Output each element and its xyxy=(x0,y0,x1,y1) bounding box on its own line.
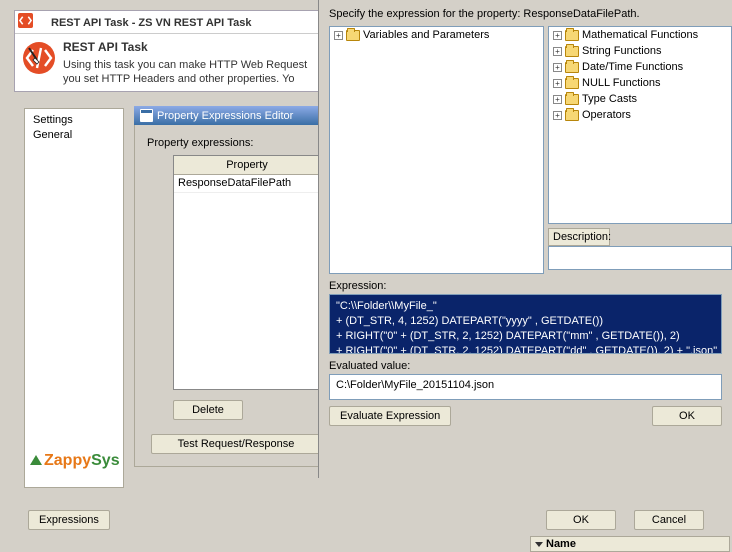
description-box xyxy=(548,246,732,270)
builder-instruction: Specify the expression for the property:… xyxy=(329,8,722,20)
zappysys-logo: ZappySys xyxy=(30,452,120,470)
functions-tree[interactable]: +Mathematical Functions +String Function… xyxy=(548,26,732,224)
dialog-buttons: OK Cancel xyxy=(546,510,704,530)
expand-icon[interactable]: + xyxy=(553,31,562,40)
task-panel: REST API Task - ZS VN REST API Task REST… xyxy=(14,10,326,92)
tree-item-math[interactable]: +Mathematical Functions xyxy=(549,27,731,43)
tree-item-variables[interactable]: + Variables and Parameters xyxy=(330,27,543,43)
description-section: Description: xyxy=(548,228,732,270)
builder-ok-button[interactable]: OK xyxy=(652,406,722,426)
expression-label: Expression: xyxy=(329,280,722,292)
expression-builder: Specify the expression for the property:… xyxy=(318,0,732,478)
expand-icon[interactable]: + xyxy=(553,63,562,72)
property-row[interactable]: ResponseDataFilePath xyxy=(174,174,320,192)
property-grid[interactable]: Property ResponseDataFilePath xyxy=(173,155,321,390)
prop-editor-titlebar: Property Expressions Editor xyxy=(134,106,330,125)
expand-icon[interactable]: + xyxy=(553,111,562,120)
tree-item-operators[interactable]: +Operators xyxy=(549,107,731,123)
expressions-button[interactable]: Expressions xyxy=(28,510,110,530)
window-icon xyxy=(140,109,153,122)
folder-icon xyxy=(346,30,360,41)
logo-arrow-icon xyxy=(30,455,42,465)
tree-item-null[interactable]: +NULL Functions xyxy=(549,75,731,91)
tree-item-datetime[interactable]: +Date/Time Functions xyxy=(549,59,731,75)
code-icon xyxy=(18,13,33,28)
expand-icon[interactable]: + xyxy=(553,79,562,88)
folder-icon xyxy=(565,94,579,105)
left-nav: Settings General xyxy=(24,108,124,488)
task-heading: REST API Task xyxy=(63,40,319,56)
evaluate-expression-button[interactable]: Evaluate Expression xyxy=(329,406,451,426)
column-header-property[interactable]: Property xyxy=(174,156,320,174)
sort-icon xyxy=(535,542,543,547)
task-window-title: REST API Task - ZS VN REST API Task xyxy=(51,17,252,29)
folder-icon xyxy=(565,110,579,121)
prop-editor-title: Property Expressions Editor xyxy=(157,110,293,122)
name-column-header[interactable]: Name xyxy=(530,536,730,552)
property-expressions-label: Property expressions: xyxy=(147,137,321,149)
tree-item-string[interactable]: +String Functions xyxy=(549,43,731,59)
evaluated-label: Evaluated value: xyxy=(329,360,722,372)
variables-tree[interactable]: + Variables and Parameters xyxy=(329,26,544,274)
expression-textarea[interactable]: "C:\\Folder\\MyFile_" + (DT_STR, 4, 1252… xyxy=(329,294,722,354)
task-title-bar: REST API Task - ZS VN REST API Task xyxy=(15,11,325,34)
rest-api-icon xyxy=(21,40,57,76)
ok-button[interactable]: OK xyxy=(546,510,616,530)
folder-icon xyxy=(565,30,579,41)
nav-item-general[interactable]: General xyxy=(33,128,115,143)
expand-icon[interactable]: + xyxy=(334,31,343,40)
expand-icon[interactable]: + xyxy=(553,47,562,56)
description-label: Description: xyxy=(548,228,610,246)
test-request-button[interactable]: Test Request/Response xyxy=(151,434,321,454)
nav-item-settings[interactable]: Settings xyxy=(33,113,115,128)
cancel-button[interactable]: Cancel xyxy=(634,510,704,530)
folder-icon xyxy=(565,62,579,73)
folder-icon xyxy=(565,46,579,57)
tree-item-typecasts[interactable]: +Type Casts xyxy=(549,91,731,107)
folder-icon xyxy=(565,78,579,89)
evaluated-value: C:\Folder\MyFile_20151104.json xyxy=(329,374,722,400)
task-description: REST API TaskUsing this task you can mak… xyxy=(63,40,319,86)
expand-icon[interactable]: + xyxy=(553,95,562,104)
delete-button[interactable]: Delete xyxy=(173,400,243,420)
property-expressions-editor: Property Expressions Editor Property exp… xyxy=(134,106,330,467)
